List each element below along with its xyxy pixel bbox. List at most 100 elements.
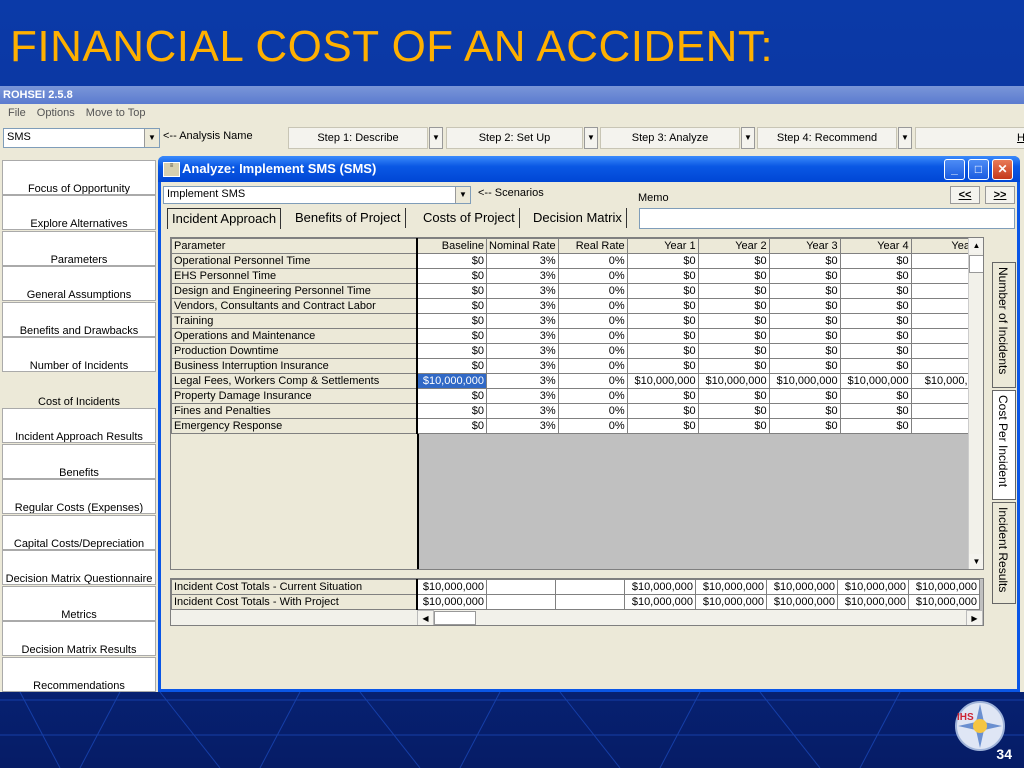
- value-cell[interactable]: $0: [697, 403, 770, 419]
- analysis-name-combo[interactable]: SMS ▼: [3, 128, 160, 148]
- totals-value-cell[interactable]: [555, 594, 625, 610]
- nav-benefits-and-drawbacks[interactable]: Benefits and Drawbacks: [2, 302, 156, 337]
- value-cell[interactable]: 3%: [486, 313, 559, 329]
- value-cell[interactable]: $0: [416, 328, 487, 344]
- value-cell[interactable]: $0: [626, 343, 699, 359]
- nav-recommendations[interactable]: Recommendations: [2, 657, 156, 692]
- value-cell[interactable]: 0%: [557, 358, 628, 374]
- value-cell[interactable]: $0: [839, 283, 912, 299]
- nav-capital-costs[interactable]: Capital Costs/Depreciation: [2, 515, 156, 550]
- value-cell[interactable]: $0: [768, 253, 841, 269]
- vertical-scrollbar[interactable]: ▲ ▼: [968, 238, 983, 569]
- value-cell[interactable]: $0: [697, 328, 770, 344]
- value-cell[interactable]: $0: [768, 313, 841, 329]
- value-cell[interactable]: $0: [839, 268, 912, 284]
- nav-general-assumptions[interactable]: General Assumptions: [2, 266, 156, 301]
- value-cell[interactable]: $0: [416, 313, 487, 329]
- column-header[interactable]: Parameter: [171, 238, 418, 254]
- step3-dropdown-icon[interactable]: ▼: [741, 127, 755, 149]
- value-cell[interactable]: 0%: [557, 373, 628, 389]
- value-cell[interactable]: $0: [839, 298, 912, 314]
- value-cell[interactable]: $0: [697, 298, 770, 314]
- value-cell[interactable]: $0: [697, 388, 770, 404]
- nav-decision-matrix-results[interactable]: Decision Matrix Results: [2, 621, 156, 656]
- parameter-cell[interactable]: EHS Personnel Time: [171, 268, 418, 284]
- tab-cost-per-incident[interactable]: Cost Per Incident: [992, 390, 1016, 500]
- value-cell[interactable]: $0: [626, 358, 699, 374]
- totals-value-cell[interactable]: $10,000,000: [908, 594, 980, 610]
- tab-incident-results[interactable]: Incident Results: [992, 502, 1016, 604]
- value-cell[interactable]: $0: [416, 253, 487, 269]
- nav-regular-costs[interactable]: Regular Costs (Expenses): [2, 479, 156, 514]
- column-header[interactable]: Nominal Rate: [486, 238, 559, 254]
- nav-cost-of-incidents[interactable]: Cost of Incidents: [2, 373, 156, 408]
- nav-incident-approach-results[interactable]: Incident Approach Results: [2, 408, 156, 443]
- value-cell[interactable]: $0: [768, 268, 841, 284]
- totals-value-cell[interactable]: $10,000,000: [416, 594, 487, 610]
- minimize-icon[interactable]: _: [944, 159, 965, 180]
- nav-explore-alternatives[interactable]: Explore Alternatives: [2, 195, 156, 230]
- value-cell[interactable]: $0: [416, 403, 487, 419]
- totals-value-cell[interactable]: [555, 579, 625, 595]
- value-cell[interactable]: 0%: [557, 313, 628, 329]
- scroll-thumb[interactable]: [434, 611, 476, 625]
- value-cell[interactable]: $0: [768, 298, 841, 314]
- nav-focus-of-opportunity[interactable]: Focus of Opportunity: [2, 160, 156, 195]
- parameter-cell[interactable]: Legal Fees, Workers Comp & Settlements: [171, 373, 418, 389]
- value-cell[interactable]: 0%: [557, 268, 628, 284]
- column-header[interactable]: Year 3: [768, 238, 841, 254]
- value-cell[interactable]: $0: [768, 388, 841, 404]
- previous-button[interactable]: <<: [950, 186, 980, 204]
- totals-value-cell[interactable]: $10,000,000: [908, 579, 980, 595]
- value-cell[interactable]: [910, 388, 977, 404]
- value-cell[interactable]: $0: [697, 343, 770, 359]
- value-cell[interactable]: 3%: [486, 418, 559, 434]
- value-cell[interactable]: $10,000,000: [839, 373, 912, 389]
- value-cell[interactable]: $0: [416, 388, 487, 404]
- value-cell[interactable]: $10,000,000: [416, 373, 487, 389]
- value-cell[interactable]: $0: [626, 283, 699, 299]
- value-cell[interactable]: $0: [626, 313, 699, 329]
- value-cell[interactable]: $0: [697, 268, 770, 284]
- value-cell[interactable]: $0: [697, 358, 770, 374]
- tab-number-of-incidents[interactable]: Number of Incidents: [992, 262, 1016, 388]
- value-cell[interactable]: 3%: [486, 298, 559, 314]
- horizontal-scrollbar[interactable]: ◀ ▶: [171, 610, 983, 625]
- value-cell[interactable]: 3%: [486, 403, 559, 419]
- menu-file[interactable]: File: [8, 107, 26, 119]
- totals-value-cell[interactable]: $10,000,000: [624, 579, 696, 595]
- totals-value-cell[interactable]: $10,000,000: [416, 579, 487, 595]
- scroll-left-icon[interactable]: ◀: [417, 610, 434, 625]
- scroll-up-icon[interactable]: ▲: [969, 238, 983, 253]
- value-cell[interactable]: $0: [768, 343, 841, 359]
- totals-value-cell[interactable]: $10,000,000: [624, 594, 696, 610]
- value-cell[interactable]: $0: [697, 283, 770, 299]
- value-cell[interactable]: $0: [839, 388, 912, 404]
- value-cell[interactable]: [910, 403, 977, 419]
- chevron-down-icon[interactable]: ▼: [455, 187, 470, 203]
- value-cell[interactable]: 3%: [486, 388, 559, 404]
- value-cell[interactable]: 3%: [486, 328, 559, 344]
- value-cell[interactable]: $0: [626, 418, 699, 434]
- value-cell[interactable]: [910, 343, 977, 359]
- column-header[interactable]: Year: [910, 238, 977, 254]
- totals-value-cell[interactable]: $10,000,000: [837, 579, 909, 595]
- value-cell[interactable]: $0: [768, 328, 841, 344]
- value-cell[interactable]: $0: [626, 328, 699, 344]
- value-cell[interactable]: 0%: [557, 328, 628, 344]
- step2-setup-button[interactable]: Step 2: Set Up: [446, 127, 583, 149]
- value-cell[interactable]: $0: [626, 388, 699, 404]
- value-cell[interactable]: $0: [626, 268, 699, 284]
- value-cell[interactable]: 3%: [486, 283, 559, 299]
- nav-metrics[interactable]: Metrics: [2, 586, 156, 621]
- value-cell[interactable]: 0%: [557, 253, 628, 269]
- parameter-cell[interactable]: Operational Personnel Time: [171, 253, 418, 269]
- parameter-cell[interactable]: Training: [171, 313, 418, 329]
- totals-value-cell[interactable]: [486, 579, 556, 595]
- step1-describe-button[interactable]: Step 1: Describe: [288, 127, 428, 149]
- parameter-cell[interactable]: Emergency Response: [171, 418, 418, 434]
- menu-options[interactable]: Options: [37, 107, 75, 119]
- next-button[interactable]: >>: [985, 186, 1015, 204]
- value-cell[interactable]: $0: [416, 343, 487, 359]
- value-cell[interactable]: 0%: [557, 418, 628, 434]
